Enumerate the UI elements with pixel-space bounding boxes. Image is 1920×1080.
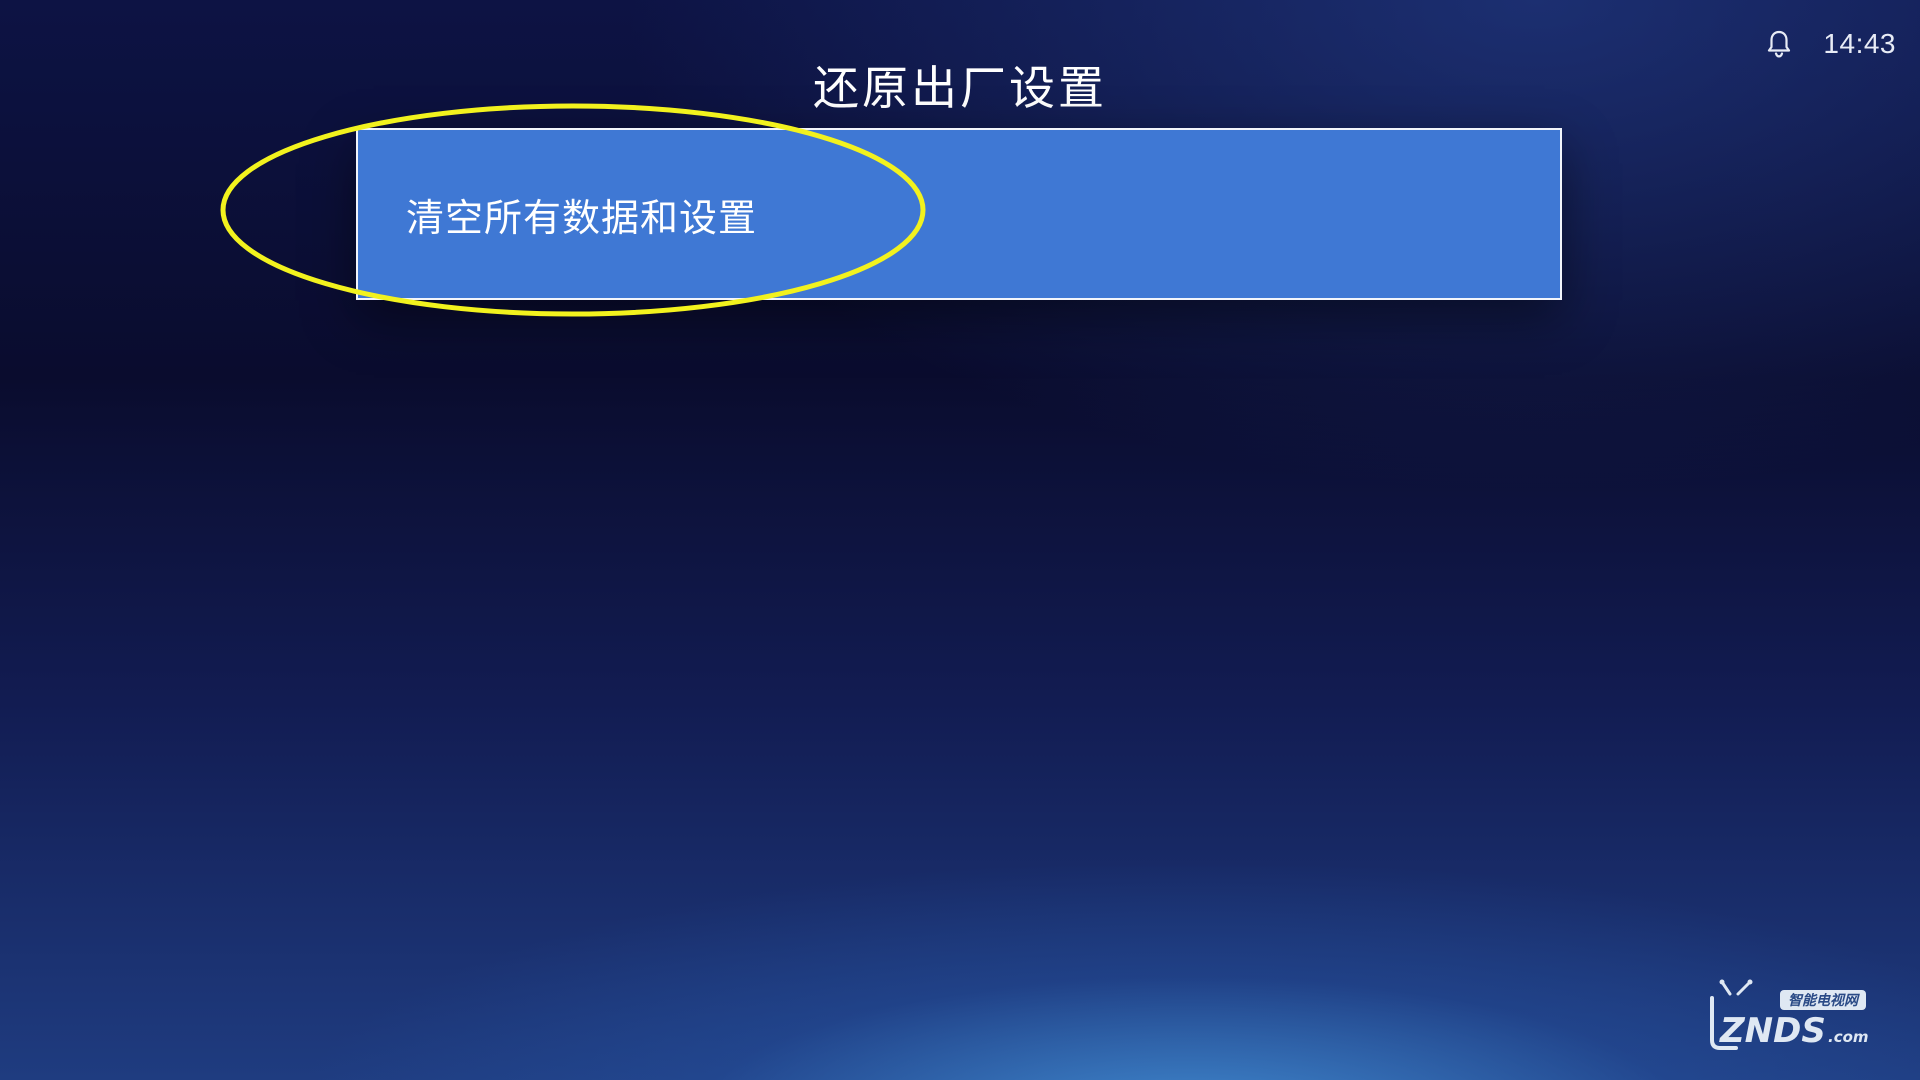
watermark-domain: .com [1828, 1028, 1869, 1046]
option-label: 清空所有数据和设置 [406, 195, 758, 240]
watermark-tagline: 智能电视网 [1788, 992, 1860, 1009]
page-title: 还原出厂设置 [813, 61, 1107, 115]
clear-all-data-option[interactable]: 清空所有数据和设置 [356, 128, 1562, 300]
znds-watermark-logo: 智能电视网 ZNDS .com [1710, 979, 1869, 1051]
watermark-brand: ZNDS [1719, 1011, 1826, 1051]
